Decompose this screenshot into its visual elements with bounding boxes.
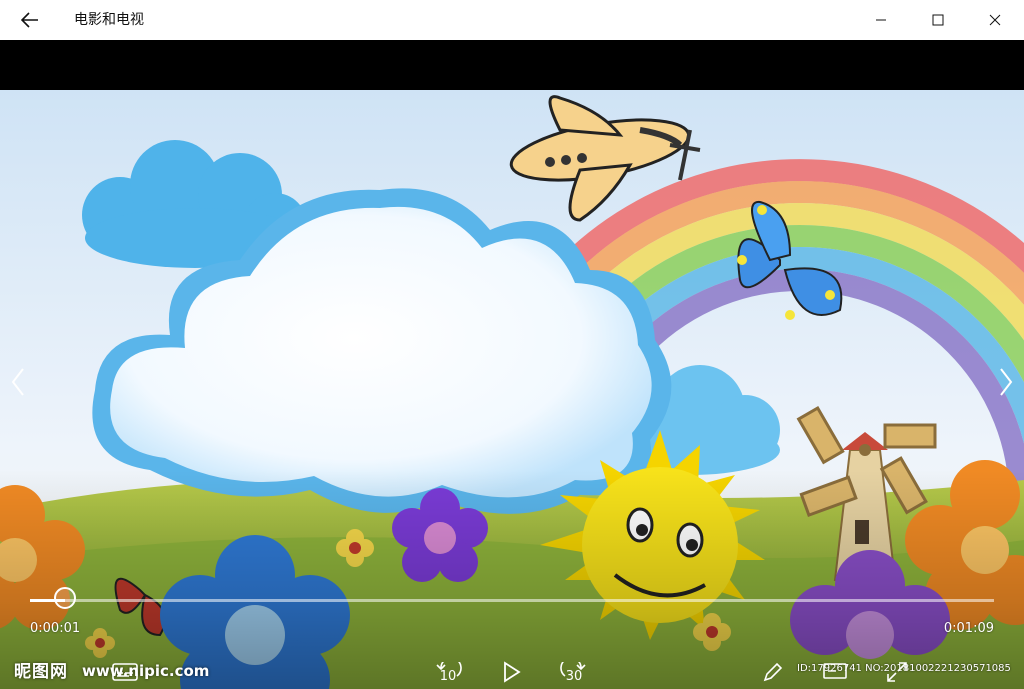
maximize-icon	[932, 14, 944, 26]
chevron-right-icon	[1000, 368, 1013, 396]
title-bar: 电影和电视	[0, 0, 1024, 40]
skip-back-label: 10	[439, 669, 457, 684]
edit-button[interactable]	[757, 654, 789, 689]
fullscreen-button[interactable]	[880, 654, 914, 689]
play-button[interactable]	[496, 654, 528, 689]
watermark-logo: 昵图网	[14, 662, 68, 682]
back-arrow-icon	[21, 12, 38, 28]
pencil-icon	[763, 662, 783, 681]
seek-thumb[interactable]	[53, 587, 76, 609]
close-button[interactable]	[967, 0, 1023, 40]
skip-forward-button[interactable]: 30	[556, 654, 592, 689]
watermark-url: www.nipic.com	[82, 662, 210, 680]
fullscreen-icon	[887, 661, 907, 682]
close-icon	[989, 14, 1001, 26]
previous-button[interactable]	[6, 362, 30, 402]
skip-forward-label: 30	[565, 669, 583, 684]
letterbox-top	[0, 40, 1024, 90]
skip-back-button[interactable]: 10	[430, 654, 466, 689]
subtitles-button[interactable]	[108, 654, 142, 689]
chevron-left-icon	[11, 368, 24, 396]
maximize-button[interactable]	[910, 0, 966, 40]
minimize-icon	[876, 19, 886, 21]
cast-button[interactable]	[818, 654, 852, 689]
total-time: 0:01:09	[943, 621, 994, 636]
elapsed-time: 0:00:01	[30, 621, 81, 636]
app-title: 电影和电视	[74, 12, 144, 28]
minimize-button[interactable]	[853, 0, 909, 40]
next-button[interactable]	[994, 362, 1018, 402]
back-button[interactable]	[14, 6, 46, 34]
cast-icon	[823, 662, 847, 679]
play-icon	[504, 660, 521, 683]
subtitles-icon	[112, 662, 138, 681]
seek-bar[interactable]	[30, 587, 994, 609]
